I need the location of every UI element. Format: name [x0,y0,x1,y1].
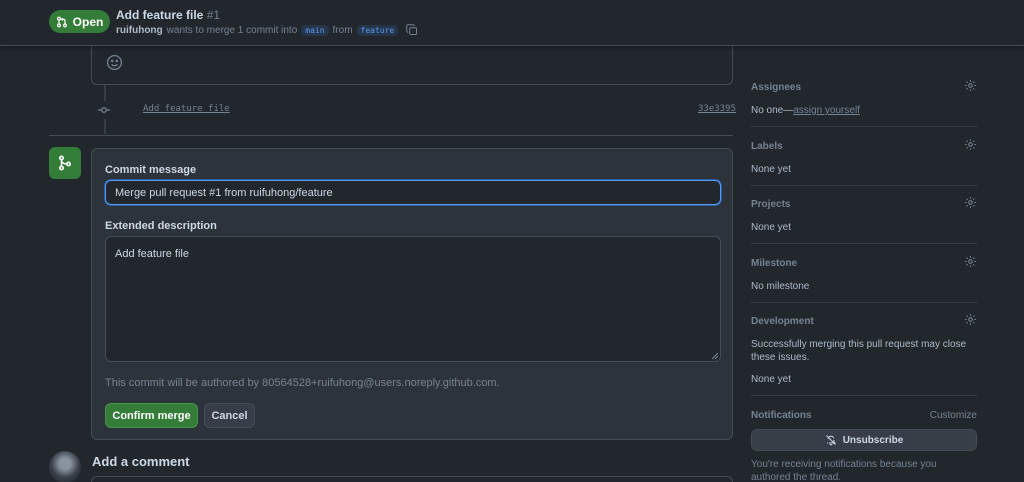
base-branch[interactable]: main [301,24,329,36]
git-merge-icon [58,155,72,171]
commit-node [95,101,113,119]
pr-title-text: Add feature file [116,8,204,22]
sidebar-divider [751,243,977,244]
reaction-smiley-icon[interactable] [106,54,123,71]
pr-subtitle: ruifuhong wants to merge 1 commit into m… [116,24,418,36]
assignees-value: No one—assign yourself [751,104,977,117]
avatar[interactable] [49,451,81,482]
git-commit-icon [97,107,111,113]
extended-description-label: Extended description [105,220,217,232]
pr-title: Add feature file #1 [116,8,220,22]
bell-slash-icon [825,435,836,446]
pr-state-label: Open [72,14,104,29]
pr-merge-text: wants to merge 1 commit into [166,24,298,36]
comment-box[interactable] [91,476,733,482]
development-value: None yet [751,374,792,385]
development-title: Development [751,316,814,327]
add-comment-heading: Add a comment [92,454,190,469]
pr-author[interactable]: ruifuhong [116,25,163,36]
sidebar-development: Development Successfully merging this pu… [751,313,977,386]
notifications-note: You're receiving notifications because y… [751,459,937,482]
commit-message-link[interactable]: Add feature file [143,104,230,114]
pr-number: #1 [206,8,221,22]
gear-icon[interactable] [964,196,977,209]
assignees-none: No one— [751,105,794,116]
assign-yourself-link[interactable]: assign yourself [793,105,860,116]
head-branch[interactable]: feature [356,24,399,36]
commit-message-input[interactable] [105,180,721,205]
pull-request-icon [56,16,67,27]
development-description: Successfully merging this pull request m… [751,339,967,363]
sidebar-divider [751,126,977,127]
gear-icon[interactable] [964,255,977,268]
commit-author-note: This commit will be authored by 80564528… [105,377,500,389]
labels-title: Labels [751,141,783,152]
unsubscribe-label: Unsubscribe [842,434,904,446]
cancel-button[interactable]: Cancel [204,403,255,428]
sidebar-milestone: Milestone No milestone [751,255,977,293]
assignees-title: Assignees [751,82,802,93]
sidebar-assignees: Assignees No one—assign yourself [751,79,977,117]
gear-icon[interactable] [964,138,977,151]
gear-icon[interactable] [964,313,977,326]
merge-status-icon [49,147,81,179]
milestone-title: Milestone [751,258,798,269]
pr-state-badge: Open [49,10,110,33]
extended-description-textarea[interactable]: Add feature file [105,236,721,362]
unsubscribe-button[interactable]: Unsubscribe [751,429,977,451]
milestone-value: No milestone [751,281,810,292]
labels-value: None yet [751,164,792,175]
sidebar-notifications: Notifications Customize Unsubscribe You'… [751,410,977,482]
pr-from-text: from [332,24,353,36]
confirm-merge-button[interactable]: Confirm merge [105,403,198,428]
sidebar-divider [751,395,977,396]
commit-sha-link[interactable]: 33e3395 [698,104,736,114]
sidebar-labels: Labels None yet [751,138,977,176]
sidebar-projects: Projects None yet [751,196,977,234]
gear-icon[interactable] [964,79,977,92]
merge-form: Commit message Extended description Add … [91,148,733,440]
commit-message-label: Commit message [105,164,197,176]
resize-grip-icon[interactable] [711,352,719,360]
sticky-header: Open Add feature file #1 ruifuhong wants… [0,0,1024,46]
sidebar-divider [751,302,977,303]
customize-link[interactable]: Customize [930,410,977,421]
previous-comment-box [91,40,733,85]
timeline-divider [49,135,733,136]
copy-icon[interactable] [406,24,418,36]
projects-title: Projects [751,199,791,210]
projects-value: None yet [751,222,792,233]
sidebar-divider [751,185,977,186]
